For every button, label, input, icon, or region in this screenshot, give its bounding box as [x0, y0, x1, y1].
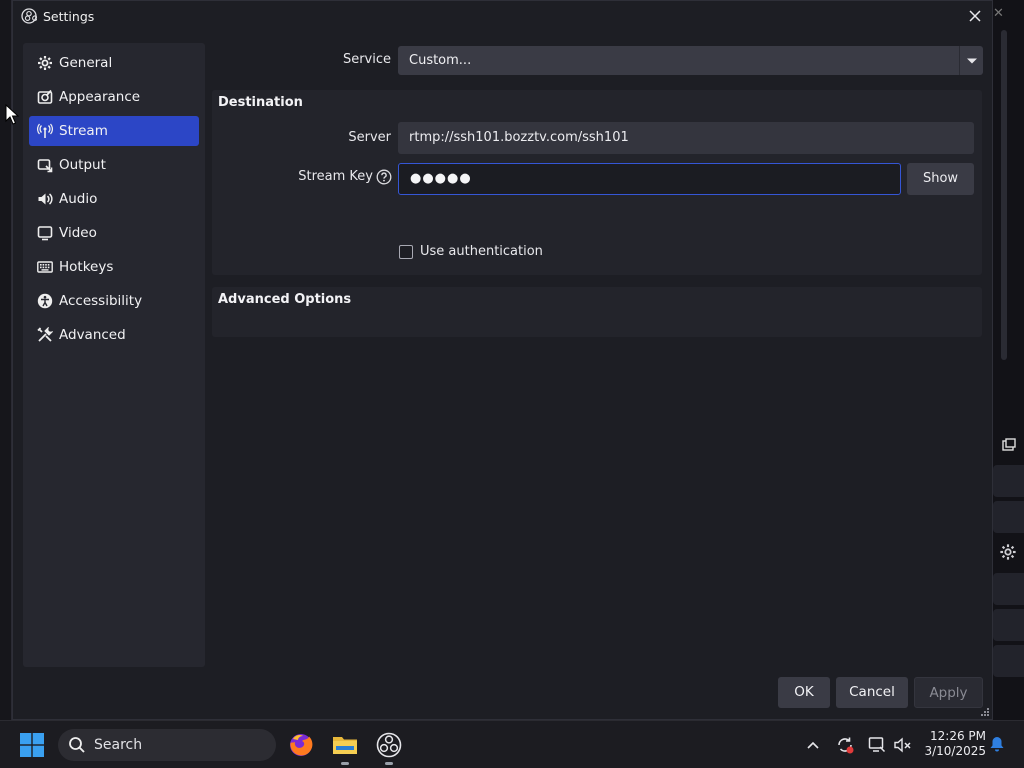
- search-placeholder: Search: [94, 737, 143, 753]
- apply-button[interactable]: Apply: [914, 677, 983, 708]
- sidebar-item-label: General: [59, 55, 113, 71]
- background-panel-button[interactable]: [993, 465, 1024, 497]
- antenna-icon: [37, 123, 53, 138]
- sidebar-item-appearance[interactable]: Appearance: [29, 82, 199, 112]
- taskbar: Search 12:26 PM 3/10/2025: [0, 720, 1024, 768]
- speaker-icon: [38, 193, 53, 205]
- monitor-icon: [37, 226, 53, 241]
- service-label: Service: [342, 52, 391, 67]
- output-icon: [37, 159, 53, 173]
- background-panel-button[interactable]: [993, 645, 1024, 677]
- clock-date: 3/10/2025: [924, 744, 986, 758]
- settings-sidebar: General Appearance Stream Output Audio V…: [23, 43, 205, 667]
- obs-logo-icon: [21, 8, 37, 24]
- show-key-button[interactable]: Show: [907, 163, 974, 195]
- sidebar-item-label: Hotkeys: [59, 259, 114, 275]
- help-icon[interactable]: [376, 169, 392, 185]
- gear-icon[interactable]: [999, 543, 1017, 561]
- advanced-options-panel: Advanced Options: [212, 287, 982, 337]
- sidebar-item-video[interactable]: Video: [29, 218, 199, 248]
- sidebar-item-label: Video: [59, 225, 97, 241]
- notification-bell-icon[interactable]: [988, 735, 1006, 753]
- keyboard-icon: [37, 261, 53, 273]
- sidebar-item-general[interactable]: General: [29, 48, 199, 78]
- clock-time: 12:26 PM: [930, 729, 986, 743]
- sidebar-item-label: Output: [59, 157, 106, 173]
- stream-key-label: Stream Key: [298, 169, 373, 184]
- ok-button[interactable]: OK: [778, 677, 830, 708]
- mouse-cursor-icon: [5, 104, 19, 125]
- sidebar-item-label: Appearance: [59, 89, 141, 105]
- cancel-button[interactable]: Cancel: [836, 677, 908, 708]
- sidebar-item-output[interactable]: Output: [29, 150, 199, 180]
- server-label: Server: [348, 130, 391, 145]
- gear-icon: [38, 56, 52, 70]
- chevron-up-icon[interactable]: [803, 735, 823, 755]
- running-indicator: [341, 762, 349, 765]
- sidebar-item-hotkeys[interactable]: Hotkeys: [29, 252, 199, 282]
- folder-icon: [333, 737, 357, 754]
- advanced-options-title: Advanced Options: [218, 292, 352, 307]
- background-panel-button[interactable]: [993, 609, 1024, 641]
- sidebar-item-stream[interactable]: Stream: [29, 116, 199, 146]
- chevron-down-icon[interactable]: [959, 46, 983, 75]
- obs-taskbar-button[interactable]: [375, 731, 403, 765]
- close-icon[interactable]: [964, 5, 986, 27]
- service-select-value: Custom...: [409, 53, 472, 68]
- search-icon: [69, 737, 85, 753]
- sidebar-item-label: Accessibility: [59, 293, 143, 309]
- sync-icon[interactable]: [835, 735, 855, 755]
- accessibility-icon: [37, 293, 53, 309]
- network-icon[interactable]: [867, 735, 887, 755]
- window-title: Settings: [43, 9, 95, 24]
- background-close-icon: ✕: [993, 6, 1004, 21]
- use-authentication-label[interactable]: Use authentication: [420, 244, 543, 259]
- tools-icon: [37, 327, 53, 342]
- palette-icon: [37, 89, 53, 104]
- sidebar-item-accessibility[interactable]: Accessibility: [29, 286, 199, 316]
- server-input[interactable]: rtmp://ssh101.bozztv.com/ssh101: [398, 122, 974, 154]
- sidebar-item-advanced[interactable]: Advanced: [29, 320, 199, 350]
- sidebar-item-label: Audio: [59, 191, 98, 207]
- sidebar-item-audio[interactable]: Audio: [29, 184, 199, 214]
- obs-logo-icon: [376, 732, 402, 758]
- running-indicator: [385, 762, 393, 765]
- settings-window: Settings General Appearance Stream Outpu…: [12, 0, 993, 720]
- windows-start-icon[interactable]: [20, 733, 44, 757]
- volume-muted-icon[interactable]: [893, 735, 913, 755]
- stream-key-input[interactable]: ●●●●●: [398, 163, 901, 195]
- taskbar-search[interactable]: Search: [58, 729, 276, 761]
- dock-icon: [1002, 438, 1016, 451]
- background-panel-button[interactable]: [993, 501, 1024, 533]
- service-select[interactable]: Custom...: [398, 46, 983, 75]
- destination-title: Destination: [218, 95, 303, 110]
- background-app-right-edge: ✕: [993, 0, 1024, 720]
- firefox-icon: [290, 734, 313, 756]
- use-authentication-checkbox[interactable]: [399, 245, 413, 259]
- background-scrollbar: [1001, 30, 1007, 360]
- title-bar: Settings: [13, 1, 992, 31]
- sidebar-item-label: Stream: [59, 123, 108, 139]
- file-explorer-taskbar-button[interactable]: [331, 731, 359, 765]
- firefox-taskbar-button[interactable]: [287, 731, 315, 759]
- background-panel-button[interactable]: [993, 573, 1024, 605]
- sidebar-item-label: Advanced: [59, 327, 126, 343]
- resize-grip-icon[interactable]: [980, 707, 990, 717]
- taskbar-clock[interactable]: 12:26 PM 3/10/2025: [920, 729, 986, 759]
